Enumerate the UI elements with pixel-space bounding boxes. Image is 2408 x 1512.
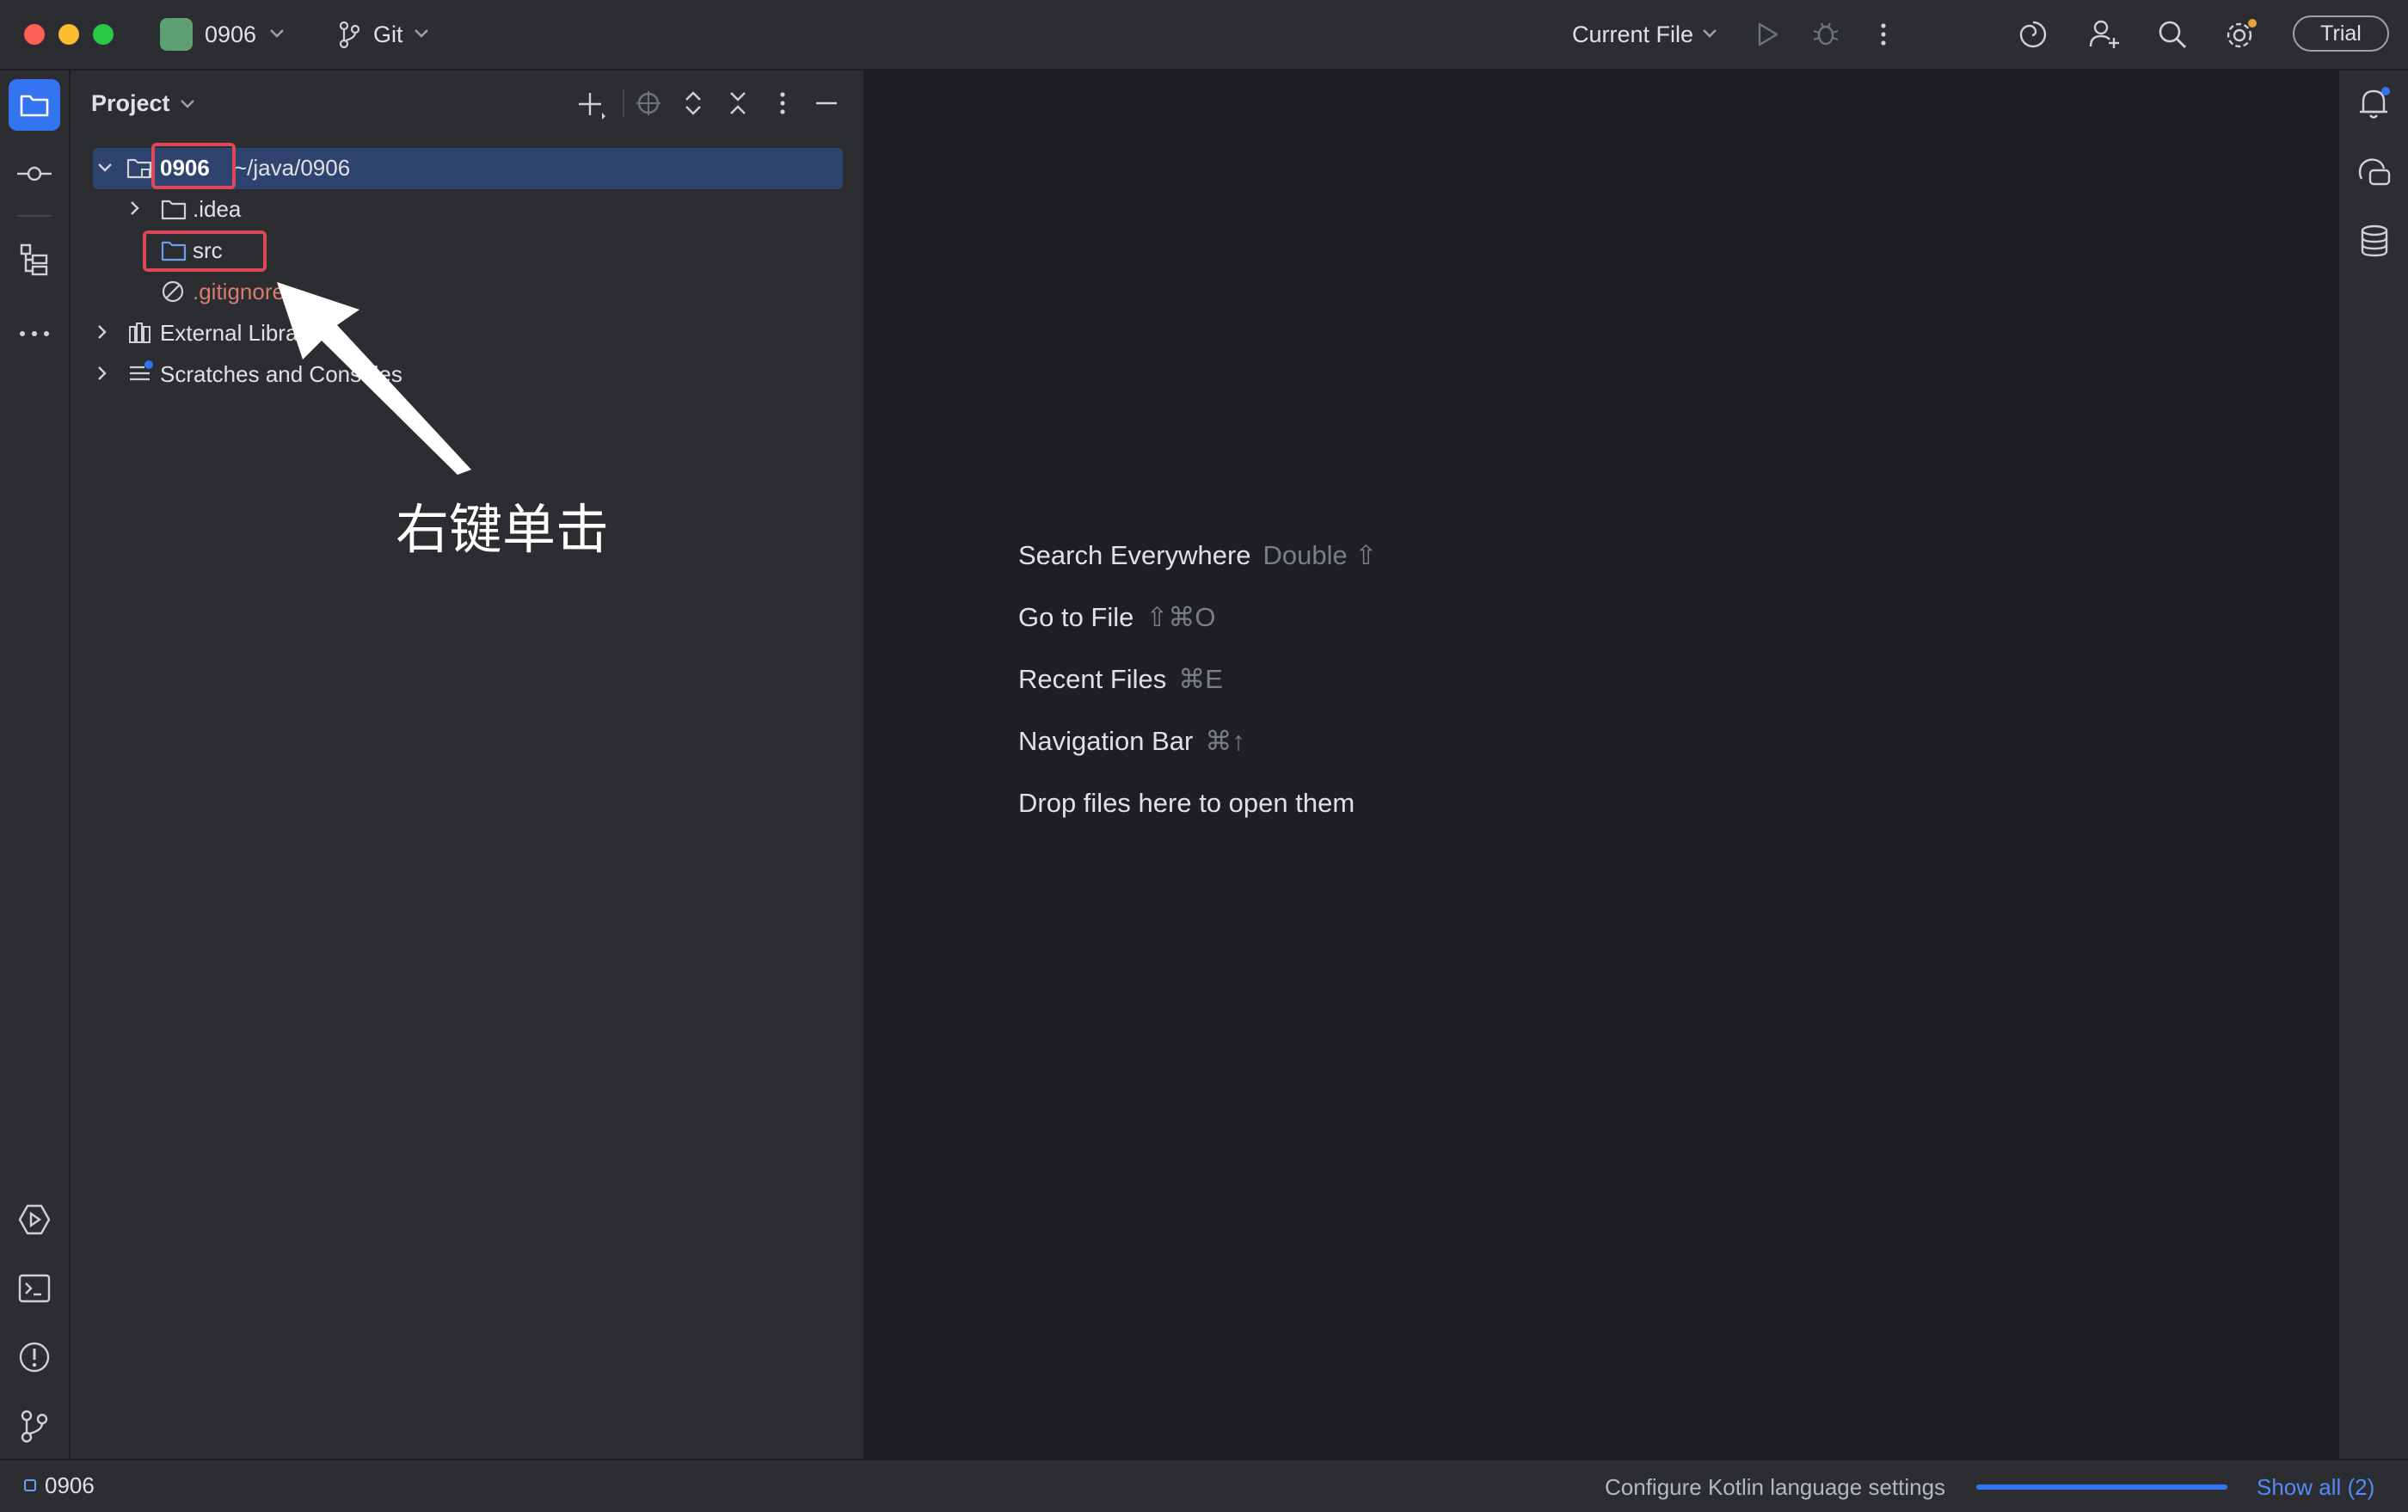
more-actions-icon[interactable] (1875, 21, 1892, 48)
project-badge-icon (160, 18, 193, 51)
locate-file-icon[interactable] (635, 89, 662, 117)
hint-shortcut: ⌘↑ (1205, 726, 1245, 756)
hint-label: Navigation Bar (1018, 726, 1194, 756)
divider (17, 215, 52, 217)
minimize-window-button[interactable] (58, 24, 79, 45)
divider (623, 89, 624, 117)
search-icon[interactable] (2157, 19, 2188, 50)
hint-go-to-file[interactable]: Go to File ⇧⌘O (1018, 600, 1215, 635)
commit-icon[interactable] (15, 162, 53, 186)
git-branch-icon (339, 21, 360, 48)
hide-panel-icon[interactable] (814, 89, 839, 117)
module-folder-icon (126, 158, 152, 179)
hint-label: Search Everywhere (1018, 540, 1251, 570)
project-tool-button[interactable] (9, 79, 60, 131)
problems-icon[interactable] (17, 1340, 52, 1374)
title-bar: 0906 Git Current File Trial (0, 0, 2408, 71)
tree-label: .idea (193, 196, 242, 222)
status-bar: 0906 Configure Kotlin language settings … (0, 1459, 2408, 1512)
hint-label: Recent Files (1018, 664, 1167, 694)
close-window-button[interactable] (24, 24, 45, 45)
hint-search-everywhere[interactable]: Search Everywhere Double ⇧ (1018, 538, 1377, 573)
run-icon[interactable] (1754, 21, 1780, 48)
database-icon[interactable] (2358, 224, 2391, 260)
structure-icon[interactable] (19, 243, 50, 277)
expand-all-icon[interactable] (681, 89, 705, 117)
expanded-chevron-icon[interactable] (96, 162, 114, 174)
add-icon[interactable] (576, 89, 607, 120)
run-config-label: Current File (1572, 22, 1694, 47)
hint-label: Drop files here to open them (1018, 788, 1355, 818)
debug-icon[interactable] (1811, 19, 1840, 48)
library-icon (129, 323, 150, 343)
highlight-box-root (151, 143, 236, 189)
chevron-down-icon[interactable] (179, 98, 196, 110)
vcs-label: Git (373, 22, 403, 47)
terminal-icon[interactable] (17, 1271, 52, 1306)
status-project-label[interactable]: 0906 (45, 1471, 95, 1500)
maximize-window-button[interactable] (93, 24, 114, 45)
settings-gear-icon[interactable] (2224, 17, 2258, 52)
module-icon (24, 1479, 36, 1491)
left-tool-window-bar (0, 71, 71, 1459)
collapsed-chevron-icon[interactable] (96, 365, 108, 382)
more-tools-icon[interactable] (17, 327, 52, 341)
git-tool-icon[interactable] (17, 1409, 52, 1443)
tree-path-hint: ~/java/0906 (234, 155, 351, 181)
highlight-box-src (143, 230, 267, 272)
right-tool-window-bar (2337, 71, 2408, 1459)
chevron-down-icon (270, 29, 284, 38)
show-all-link[interactable]: Show all (2) (2257, 1472, 2374, 1502)
project-view-title[interactable]: Project (91, 88, 170, 119)
background-task-message[interactable]: Configure Kotlin language settings (1605, 1472, 1945, 1502)
hint-shortcut: ⌘E (1178, 664, 1223, 694)
trial-button[interactable]: Trial (2293, 15, 2389, 52)
ai-assistant-icon[interactable] (2018, 19, 2049, 50)
hint-recent-files[interactable]: Recent Files ⌘E (1018, 662, 1223, 697)
progress-fill (1976, 1484, 2227, 1490)
project-name: 0906 (205, 22, 257, 47)
options-icon[interactable] (774, 89, 791, 117)
chevron-down-icon (415, 29, 428, 38)
collapse-all-icon[interactable] (726, 89, 750, 117)
notifications-bell-icon[interactable] (2356, 84, 2393, 122)
folder-icon (161, 200, 187, 220)
run-tool-icon[interactable] (17, 1202, 52, 1237)
hint-shortcut: ⇧⌘O (1146, 602, 1216, 632)
ignored-file-icon (162, 280, 184, 303)
scratches-icon (130, 360, 153, 381)
hint-label: Go to File (1018, 602, 1134, 632)
collapsed-chevron-icon[interactable] (129, 200, 141, 217)
add-user-icon[interactable] (2088, 17, 2122, 52)
hint-drop-files: Drop files here to open them (1018, 786, 1354, 821)
ai-chat-icon[interactable] (2356, 155, 2393, 191)
folder-icon (20, 95, 49, 117)
annotation-arrow-icon (277, 282, 471, 475)
collapsed-chevron-icon[interactable] (96, 323, 108, 341)
hint-shortcut: Double ⇧ (1262, 540, 1378, 570)
progress-track (1976, 1484, 2227, 1490)
editor-area[interactable] (865, 71, 2337, 1459)
chevron-down-icon (1703, 29, 1717, 38)
hint-navigation-bar[interactable]: Navigation Bar ⌘↑ (1018, 724, 1245, 759)
annotation-label: 右键单击 (396, 498, 610, 561)
